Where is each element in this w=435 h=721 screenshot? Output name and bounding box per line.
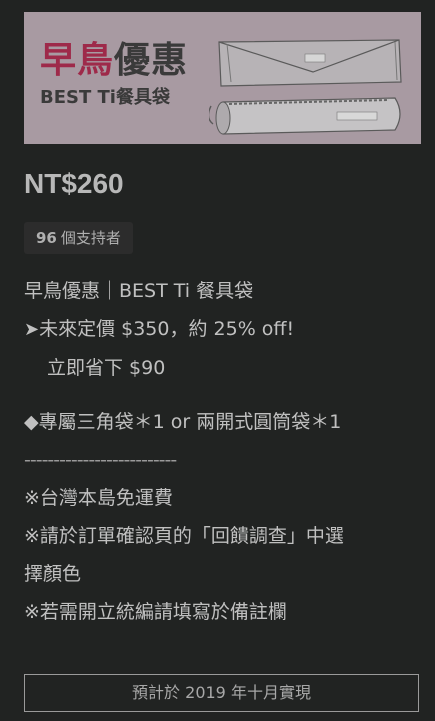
desc-color-note: ※請於訂單確認頁的「回饋調查」中選 xyxy=(24,525,344,547)
desc-future-price-text: 未來定價 $350，約 25% off! xyxy=(39,318,295,340)
banner-subtitle: BEST Ti餐具袋 xyxy=(40,87,170,108)
banner-title: 早鳥優惠 xyxy=(40,40,188,82)
desc-shipping-note: ※台灣本島免運費 xyxy=(24,487,173,509)
desc-includes: ◆專屬三角袋＊1 or 兩開式圓筒袋＊1 xyxy=(24,411,342,433)
backers-badge: 96 個支持者 xyxy=(24,222,133,254)
reward-description: 早鳥優惠｜BEST Ti 餐具袋 ➤未來定價 $350，約 25% off! 立… xyxy=(24,272,424,631)
desc-divider: -------------------------- xyxy=(24,449,177,471)
reward-card: 早鳥優惠 BEST Ti餐具袋 NT$260 96 個支持者 早鳥優惠｜BEST… xyxy=(0,0,435,721)
desc-savings: 立即省下 $90 xyxy=(47,357,166,379)
arrow-icon: ➤ xyxy=(24,319,40,340)
banner-text: 早鳥優惠 BEST Ti餐具袋 xyxy=(40,40,188,110)
desc-gap xyxy=(24,387,424,403)
triangle-bag-icon xyxy=(218,39,402,87)
banner-title-rest: 優惠 xyxy=(114,40,189,81)
delivery-estimate-button[interactable]: 預計於 2019 年十月實現 xyxy=(24,674,419,712)
desc-future-price: ➤未來定價 $350，約 25% off! xyxy=(24,310,424,349)
desc-color-note-cont: 擇顏色 xyxy=(24,563,82,585)
reward-price: NT$260 xyxy=(24,168,124,199)
cylinder-bag-icon xyxy=(209,97,401,135)
backers-count: 96 xyxy=(36,229,57,247)
desc-invoice-note: ※若需開立統編請填寫於備註欄 xyxy=(24,601,287,623)
reward-banner-image: 早鳥優惠 BEST Ti餐具袋 xyxy=(24,12,421,144)
banner-title-accent: 早鳥 xyxy=(40,40,115,81)
backers-label: 個支持者 xyxy=(60,229,121,247)
utensil-bag-illustration xyxy=(209,39,402,135)
desc-title: 早鳥優惠｜BEST Ti 餐具袋 xyxy=(24,280,254,302)
